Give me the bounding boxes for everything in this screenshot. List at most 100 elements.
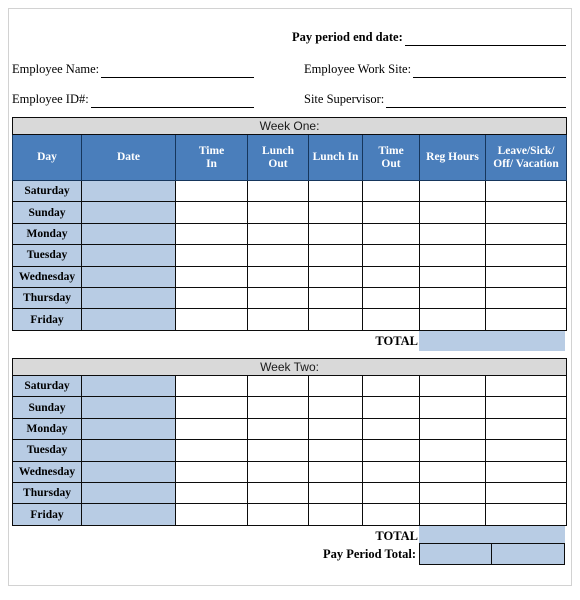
lunch-out-input-cell[interactable] xyxy=(247,222,309,246)
lunch-in-input-cell[interactable] xyxy=(308,244,363,267)
date-input-cell[interactable] xyxy=(81,179,176,203)
leave-input-cell[interactable] xyxy=(484,481,568,505)
site-supervisor-field[interactable]: Site Supervisor: xyxy=(304,92,566,108)
time-out-input-cell[interactable] xyxy=(362,286,420,310)
employee-work-site-input[interactable] xyxy=(413,63,566,78)
date-input-cell[interactable] xyxy=(81,286,176,310)
reg-hours-input-cell[interactable] xyxy=(419,201,486,224)
lunch-out-input-cell[interactable] xyxy=(247,439,309,462)
reg-hours-input-cell[interactable] xyxy=(419,244,486,267)
time-out-input-cell[interactable] xyxy=(362,460,420,483)
lunch-out-input-cell[interactable] xyxy=(247,286,309,310)
lunch-in-input-cell[interactable] xyxy=(308,503,363,526)
lunch-in-input-cell[interactable] xyxy=(308,308,363,331)
date-input-cell[interactable] xyxy=(81,460,176,483)
time-in-input-cell[interactable] xyxy=(175,439,248,462)
lunch-out-input-cell[interactable] xyxy=(247,201,309,224)
time-out-input-cell[interactable] xyxy=(362,222,420,246)
lunch-out-input-cell[interactable] xyxy=(247,244,309,267)
leave-input-cell[interactable] xyxy=(484,265,568,288)
time-out-input-cell[interactable] xyxy=(362,481,420,505)
leave-input-cell[interactable] xyxy=(484,439,568,462)
pay-period-end-field[interactable]: Pay period end date: xyxy=(292,30,566,46)
leave-input-cell[interactable] xyxy=(484,396,568,419)
time-out-input-cell[interactable] xyxy=(362,308,420,331)
time-in-input-cell[interactable] xyxy=(175,222,248,246)
lunch-out-input-cell[interactable] xyxy=(247,374,309,398)
leave-input-cell[interactable] xyxy=(484,244,568,267)
employee-id-field[interactable]: Employee ID#: xyxy=(12,92,254,108)
pay-period-total-value-right[interactable] xyxy=(492,544,564,564)
lunch-in-input-cell[interactable] xyxy=(308,265,363,288)
lunch-in-input-cell[interactable] xyxy=(308,374,363,398)
date-input-cell[interactable] xyxy=(81,308,176,331)
time-in-input-cell[interactable] xyxy=(175,503,248,526)
lunch-out-input-cell[interactable] xyxy=(247,179,309,203)
date-input-cell[interactable] xyxy=(81,439,176,462)
date-input-cell[interactable] xyxy=(81,222,176,246)
date-input-cell[interactable] xyxy=(81,201,176,224)
lunch-in-input-cell[interactable] xyxy=(308,179,363,203)
lunch-out-input-cell[interactable] xyxy=(247,265,309,288)
time-out-input-cell[interactable] xyxy=(362,439,420,462)
time-out-input-cell[interactable] xyxy=(362,201,420,224)
lunch-out-input-cell[interactable] xyxy=(247,396,309,419)
lunch-out-input-cell[interactable] xyxy=(247,503,309,526)
employee-name-field[interactable]: Employee Name: xyxy=(12,62,254,78)
leave-input-cell[interactable] xyxy=(484,308,568,331)
time-out-input-cell[interactable] xyxy=(362,265,420,288)
reg-hours-input-cell[interactable] xyxy=(419,286,486,310)
reg-hours-input-cell[interactable] xyxy=(419,503,486,526)
reg-hours-input-cell[interactable] xyxy=(419,265,486,288)
time-in-input-cell[interactable] xyxy=(175,396,248,419)
lunch-in-input-cell[interactable] xyxy=(308,417,363,441)
time-out-input-cell[interactable] xyxy=(362,374,420,398)
date-input-cell[interactable] xyxy=(81,396,176,419)
lunch-in-input-cell[interactable] xyxy=(308,201,363,224)
employee-id-input[interactable] xyxy=(90,93,254,108)
lunch-out-input-cell[interactable] xyxy=(247,308,309,331)
time-in-input-cell[interactable] xyxy=(175,286,248,310)
lunch-in-input-cell[interactable] xyxy=(308,481,363,505)
lunch-in-input-cell[interactable] xyxy=(308,286,363,310)
lunch-out-input-cell[interactable] xyxy=(247,460,309,483)
reg-hours-input-cell[interactable] xyxy=(419,374,486,398)
pay-period-total-value-left[interactable] xyxy=(420,544,492,564)
time-in-input-cell[interactable] xyxy=(175,244,248,267)
reg-hours-input-cell[interactable] xyxy=(419,460,486,483)
pay-period-end-input[interactable] xyxy=(404,31,566,46)
time-in-input-cell[interactable] xyxy=(175,308,248,331)
time-out-input-cell[interactable] xyxy=(362,244,420,267)
lunch-in-input-cell[interactable] xyxy=(308,396,363,419)
lunch-out-input-cell[interactable] xyxy=(247,417,309,441)
leave-input-cell[interactable] xyxy=(484,417,568,441)
lunch-in-input-cell[interactable] xyxy=(308,460,363,483)
time-in-input-cell[interactable] xyxy=(175,460,248,483)
time-out-input-cell[interactable] xyxy=(362,396,420,419)
site-supervisor-input[interactable] xyxy=(386,93,566,108)
date-input-cell[interactable] xyxy=(81,265,176,288)
leave-input-cell[interactable] xyxy=(484,503,568,526)
date-input-cell[interactable] xyxy=(81,374,176,398)
lunch-in-input-cell[interactable] xyxy=(308,439,363,462)
leave-input-cell[interactable] xyxy=(484,201,568,224)
reg-hours-input-cell[interactable] xyxy=(419,179,486,203)
time-out-input-cell[interactable] xyxy=(362,179,420,203)
date-input-cell[interactable] xyxy=(81,244,176,267)
time-in-input-cell[interactable] xyxy=(175,201,248,224)
time-in-input-cell[interactable] xyxy=(175,265,248,288)
leave-input-cell[interactable] xyxy=(484,460,568,483)
lunch-in-input-cell[interactable] xyxy=(308,222,363,246)
date-input-cell[interactable] xyxy=(81,417,176,441)
reg-hours-input-cell[interactable] xyxy=(419,481,486,505)
time-out-input-cell[interactable] xyxy=(362,503,420,526)
employee-work-site-field[interactable]: Employee Work Site: xyxy=(304,62,566,78)
lunch-out-input-cell[interactable] xyxy=(247,481,309,505)
employee-name-input[interactable] xyxy=(101,63,254,78)
leave-input-cell[interactable] xyxy=(484,222,568,246)
time-in-input-cell[interactable] xyxy=(175,374,248,398)
leave-input-cell[interactable] xyxy=(484,179,568,203)
date-input-cell[interactable] xyxy=(81,481,176,505)
time-in-input-cell[interactable] xyxy=(175,417,248,441)
time-in-input-cell[interactable] xyxy=(175,481,248,505)
